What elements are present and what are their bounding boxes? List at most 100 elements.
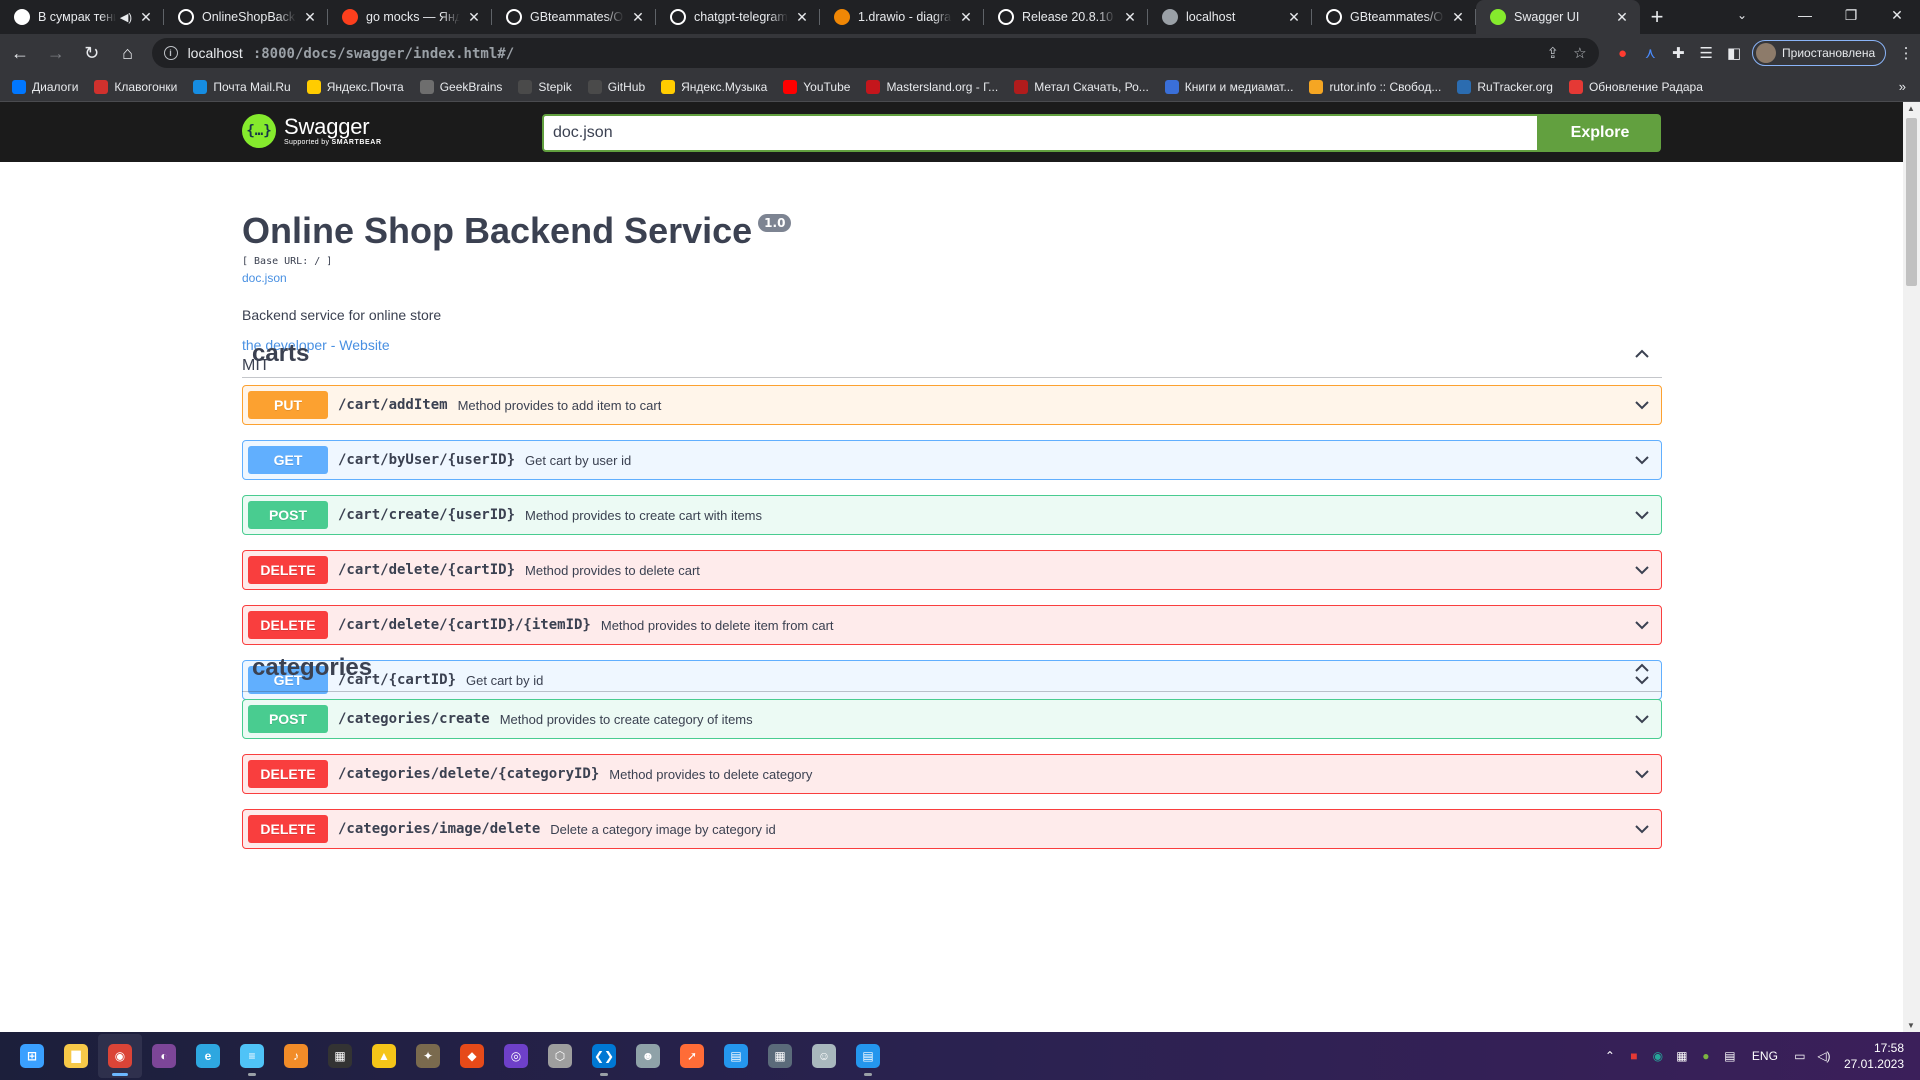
tab-search-chevron-icon[interactable]: ⌄ <box>1724 0 1760 30</box>
browser-tab[interactable]: В сумрак тени ◀) ✕ <box>0 0 164 34</box>
address-url[interactable]: localhost:8000/docs/swagger/index.html#/ <box>188 45 1533 62</box>
tray-teal-app-icon[interactable]: ◉ <box>1646 1049 1670 1063</box>
tab-close-icon[interactable]: ✕ <box>466 9 482 26</box>
page-scrollbar[interactable]: ▲ ▼ <box>1903 102 1920 1032</box>
game-icon[interactable]: ✦ <box>406 1034 450 1078</box>
spec-url-input[interactable]: doc.json <box>542 114 1539 152</box>
audio-playing-icon[interactable]: ◀) <box>120 11 132 24</box>
browser-tab[interactable]: GBteammates/Onl ✕ <box>1312 0 1476 34</box>
docker-icon[interactable]: ▤ <box>714 1034 758 1078</box>
package-icon[interactable]: ⬡ <box>538 1034 582 1078</box>
browser-tab[interactable]: Swagger UI ✕ <box>1476 0 1640 34</box>
extensions-puzzle-icon[interactable]: ✚ <box>1664 39 1692 67</box>
operation-row[interactable]: DELETE/cart/delete/{cartID} Method provid… <box>242 550 1662 590</box>
chevron-up-icon[interactable] <box>1632 344 1652 364</box>
swagger-logo[interactable]: {…} Swagger Supported by SMARTBEAR <box>242 114 382 148</box>
tab-close-icon[interactable]: ✕ <box>1286 9 1302 26</box>
edge-icon[interactable]: e <box>186 1034 230 1078</box>
site-info-icon[interactable]: i <box>163 46 178 60</box>
chevron-down-icon[interactable] <box>1632 709 1652 729</box>
bookmark-star-icon[interactable]: ☆ <box>1573 44 1586 62</box>
tab-close-icon[interactable]: ✕ <box>1614 9 1630 26</box>
gopher-2-icon[interactable]: ☺ <box>802 1034 846 1078</box>
browser-tab[interactable]: localhost ✕ <box>1148 0 1312 34</box>
back-arrow-icon[interactable]: ← <box>4 37 36 69</box>
bookmark-item[interactable]: Диалоги <box>12 79 78 94</box>
scroll-up-icon[interactable]: ▲ <box>1907 104 1915 113</box>
video-editor-icon[interactable]: ▦ <box>318 1034 362 1078</box>
reading-list-icon[interactable]: ☰ <box>1692 39 1720 67</box>
docker-2-icon[interactable]: ▤ <box>846 1034 890 1078</box>
chevron-down-icon[interactable] <box>1632 764 1652 784</box>
new-tab-icon[interactable]: + <box>1640 0 1674 34</box>
operation-row[interactable]: POST/categories/create Method provides to… <box>242 699 1662 739</box>
network-icon[interactable]: ▭ <box>1788 1049 1812 1063</box>
browser-tab[interactable]: OnlineShopBacken ✕ <box>164 0 328 34</box>
tab-close-icon[interactable]: ✕ <box>794 9 810 26</box>
operation-row[interactable]: DELETE/categories/delete/{categoryID} Met… <box>242 754 1662 794</box>
tab-close-icon[interactable]: ✕ <box>302 9 318 26</box>
bookmark-item[interactable]: Клавогонки <box>94 79 177 94</box>
forward-arrow-icon[interactable]: → <box>40 37 72 69</box>
spec-link[interactable]: doc.json <box>242 271 287 285</box>
home-icon[interactable]: ⌂ <box>112 37 144 69</box>
bookmarks-overflow-icon[interactable]: » <box>1899 79 1906 94</box>
browser-tab[interactable]: go mocks — Янде ✕ <box>328 0 492 34</box>
browser-tab[interactable]: Release 20.8.10 - jg ✕ <box>984 0 1148 34</box>
browser-tab[interactable]: chatgpt-telegram/ ✕ <box>656 0 820 34</box>
chevron-down-icon[interactable] <box>1632 395 1652 415</box>
notepad-icon[interactable]: ≡ <box>230 1034 274 1078</box>
chevron-down-icon[interactable] <box>1632 505 1652 525</box>
operation-row[interactable]: GET/cart/byUser/{userID} Get cart by user… <box>242 440 1662 480</box>
chrome-icon[interactable]: ◉ <box>98 1034 142 1078</box>
address-bar[interactable]: i localhost:8000/docs/swagger/index.html… <box>151 38 1599 68</box>
windows-start-icon[interactable]: ⊞ <box>10 1034 54 1078</box>
warning-app-icon[interactable]: ▲ <box>362 1034 406 1078</box>
tab-close-icon[interactable]: ✕ <box>138 9 154 26</box>
tor-browser-icon[interactable]: ◐ <box>142 1034 186 1078</box>
share-icon[interactable]: ⇪ <box>1546 44 1559 62</box>
operation-row[interactable]: POST/cart/create/{userID} Method provides… <box>242 495 1662 535</box>
extension-translate-icon[interactable]: ⋏ <box>1636 39 1664 67</box>
bookmark-item[interactable]: rutor.info :: Свобод... <box>1309 79 1441 94</box>
github-desktop-icon[interactable]: ◎ <box>494 1034 538 1078</box>
operation-row[interactable]: PUT/cart/addItem Method provides to add i… <box>242 385 1662 425</box>
bookmark-item[interactable]: GeekBrains <box>419 79 502 94</box>
chevron-down-icon[interactable] <box>1632 450 1652 470</box>
tag-header[interactable]: categories <box>242 644 1662 692</box>
bookmark-item[interactable]: Mastersland.org - Г... <box>866 79 998 94</box>
scrollbar-thumb[interactable] <box>1906 118 1917 286</box>
git-tool-icon[interactable]: ◆ <box>450 1034 494 1078</box>
bookmark-item[interactable]: Почта Mail.Ru <box>193 79 291 94</box>
tab-close-icon[interactable]: ✕ <box>1122 9 1138 26</box>
volume-icon[interactable]: ◁) <box>1812 1049 1836 1063</box>
keyboard-language[interactable]: ENG <box>1752 1049 1778 1063</box>
operation-row[interactable]: DELETE/categories/image/delete Delete a c… <box>242 809 1662 849</box>
bookmark-item[interactable]: Книги и медиамат... <box>1164 79 1293 94</box>
vscode-icon[interactable]: ❮❯ <box>582 1034 626 1078</box>
bookmark-item[interactable]: RuTracker.org <box>1457 79 1553 94</box>
chevron-down-icon[interactable] <box>1632 819 1652 839</box>
bookmark-item[interactable]: Stepik <box>518 79 572 94</box>
chevron-up-icon[interactable] <box>1632 658 1652 678</box>
browser-menu-icon[interactable]: ⋮ <box>1892 39 1920 67</box>
tab-close-icon[interactable]: ✕ <box>1450 9 1466 26</box>
extension-red-icon[interactable]: ● <box>1609 39 1637 67</box>
operation-row[interactable]: DELETE/cart/delete/{cartID}/{itemID} Meth… <box>242 605 1662 645</box>
profile-button[interactable]: Приостановлена <box>1752 40 1887 66</box>
tray-red-app-icon[interactable]: ■ <box>1622 1049 1646 1063</box>
postman-icon[interactable]: ➚ <box>670 1034 714 1078</box>
bookmark-item[interactable]: GitHub <box>587 79 645 94</box>
restore-icon[interactable]: ❐ <box>1828 0 1874 30</box>
tray-green-app-icon[interactable]: ● <box>1694 1049 1718 1063</box>
reload-icon[interactable]: ↻ <box>76 37 108 69</box>
bookmark-item[interactable]: Обновление Радара <box>1568 79 1703 94</box>
bookmark-item[interactable]: Метал Скачать, Ро... <box>1014 79 1149 94</box>
close-window-icon[interactable]: ✕ <box>1874 0 1920 30</box>
browser-tab[interactable]: 1.drawio - diagram ✕ <box>820 0 984 34</box>
tray-chevron-icon[interactable]: ⌃ <box>1598 1049 1622 1063</box>
minimize-icon[interactable]: — <box>1782 0 1828 30</box>
fl-studio-icon[interactable]: ♪ <box>274 1034 318 1078</box>
scroll-down-icon[interactable]: ▼ <box>1907 1021 1915 1030</box>
calculator-icon[interactable]: ▦ <box>758 1034 802 1078</box>
